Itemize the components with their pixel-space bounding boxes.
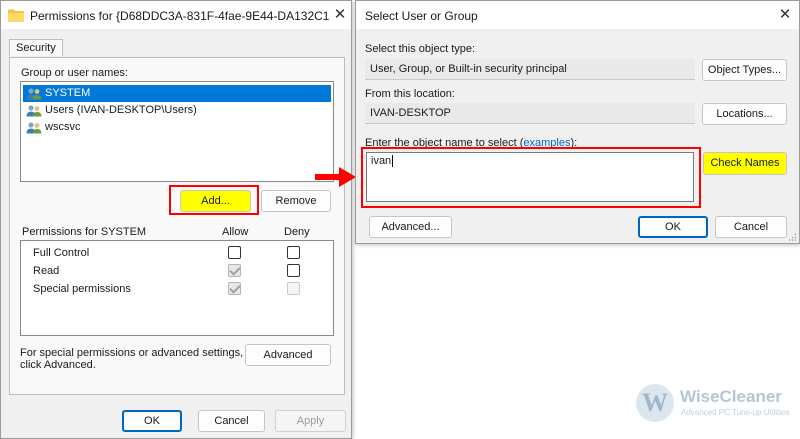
object-type-label: Select this object type: (365, 43, 476, 55)
ok-button[interactable]: OK (638, 216, 708, 238)
arrow-right-icon (315, 167, 356, 187)
cancel-button[interactable]: Cancel (715, 216, 787, 238)
select-user-dialog: Select User or Group ✕ Select this objec… (355, 0, 800, 244)
object-name-value: ivan (371, 155, 392, 167)
location-field: IVAN-DESKTOP (365, 103, 695, 124)
cancel-button[interactable]: Cancel (198, 410, 265, 432)
brand-tagline: Advanced PC Tune-up Utilities (681, 408, 790, 417)
advanced-button[interactable]: Advanced... (369, 216, 452, 238)
list-item[interactable]: Users (IVAN-DESKTOP\Users) (23, 102, 331, 119)
read-deny-checkbox[interactable] (287, 264, 300, 277)
special-permissions-text: For special permissions or advanced sett… (20, 347, 244, 359)
permission-name: Read (33, 265, 60, 277)
object-type-field: User, Group, or Built-in security princi… (365, 59, 695, 80)
special-allow-checkbox (228, 282, 241, 295)
close-icon[interactable]: ✕ (774, 5, 796, 25)
apply-button: Apply (275, 410, 346, 432)
special-permissions-text-2: click Advanced. (20, 359, 96, 371)
brand-name: WiseCleaner (680, 387, 782, 406)
tab-security[interactable]: Security (9, 39, 63, 56)
wisecleaner-watermark: W WiseCleaner Advanced PC Tune-up Utilit… (636, 381, 796, 429)
window-title: Permissions for {D68DDC3A-831F-4fae-9E44… (30, 9, 330, 23)
user-name: wscsvc (45, 121, 81, 133)
permission-name: Special permissions (33, 283, 131, 295)
full-control-deny-checkbox[interactable] (287, 246, 300, 259)
list-item[interactable]: SYSTEM (23, 85, 331, 102)
read-allow-checkbox (228, 264, 241, 277)
locations-button[interactable]: Locations... (702, 103, 787, 125)
folder-icon (8, 9, 24, 22)
special-deny-checkbox (287, 282, 300, 295)
user-list[interactable]: SYSTEM Users (IVAN-DESKTOP\Users) wscsvc (20, 81, 334, 182)
allow-header: Allow (222, 226, 249, 238)
permissions-grid: Full Control Read Special permissions (20, 240, 334, 336)
users-icon (26, 105, 42, 117)
remove-button[interactable]: Remove (261, 190, 331, 212)
text-caret (392, 155, 394, 168)
user-name: Users (IVAN-DESKTOP\Users) (45, 104, 197, 116)
user-name: SYSTEM (45, 87, 91, 99)
ok-button[interactable]: OK (122, 410, 182, 432)
location-label: From this location: (365, 88, 455, 100)
users-icon (26, 88, 42, 100)
window-title: Select User or Group (365, 9, 478, 23)
group-names-label: Group or user names: (21, 67, 128, 79)
deny-header: Deny (284, 226, 310, 238)
permissions-for-label: Permissions for SYSTEM (22, 226, 147, 238)
close-icon[interactable]: ✕ (329, 5, 351, 25)
wisecleaner-logo-icon: W (636, 384, 674, 422)
logo-letter: W (642, 388, 668, 417)
full-control-allow-checkbox[interactable] (228, 246, 241, 259)
advanced-button[interactable]: Advanced (245, 344, 331, 366)
permission-name: Full Control (33, 247, 90, 259)
title-bar: Select User or Group ✕ (356, 1, 799, 29)
add-button[interactable]: Add... (180, 190, 251, 212)
title-bar: Permissions for {D68DDC3A-831F-4fae-9E44… (1, 1, 351, 29)
resize-grip-icon[interactable] (789, 233, 797, 241)
list-item[interactable]: wscsvc (23, 119, 331, 136)
users-icon (26, 122, 42, 134)
check-names-button[interactable]: Check Names (703, 152, 787, 175)
object-types-button[interactable]: Object Types... (702, 59, 787, 81)
permissions-dialog: Permissions for {D68DDC3A-831F-4fae-9E44… (0, 0, 352, 439)
object-name-input[interactable]: ivan (366, 152, 694, 202)
